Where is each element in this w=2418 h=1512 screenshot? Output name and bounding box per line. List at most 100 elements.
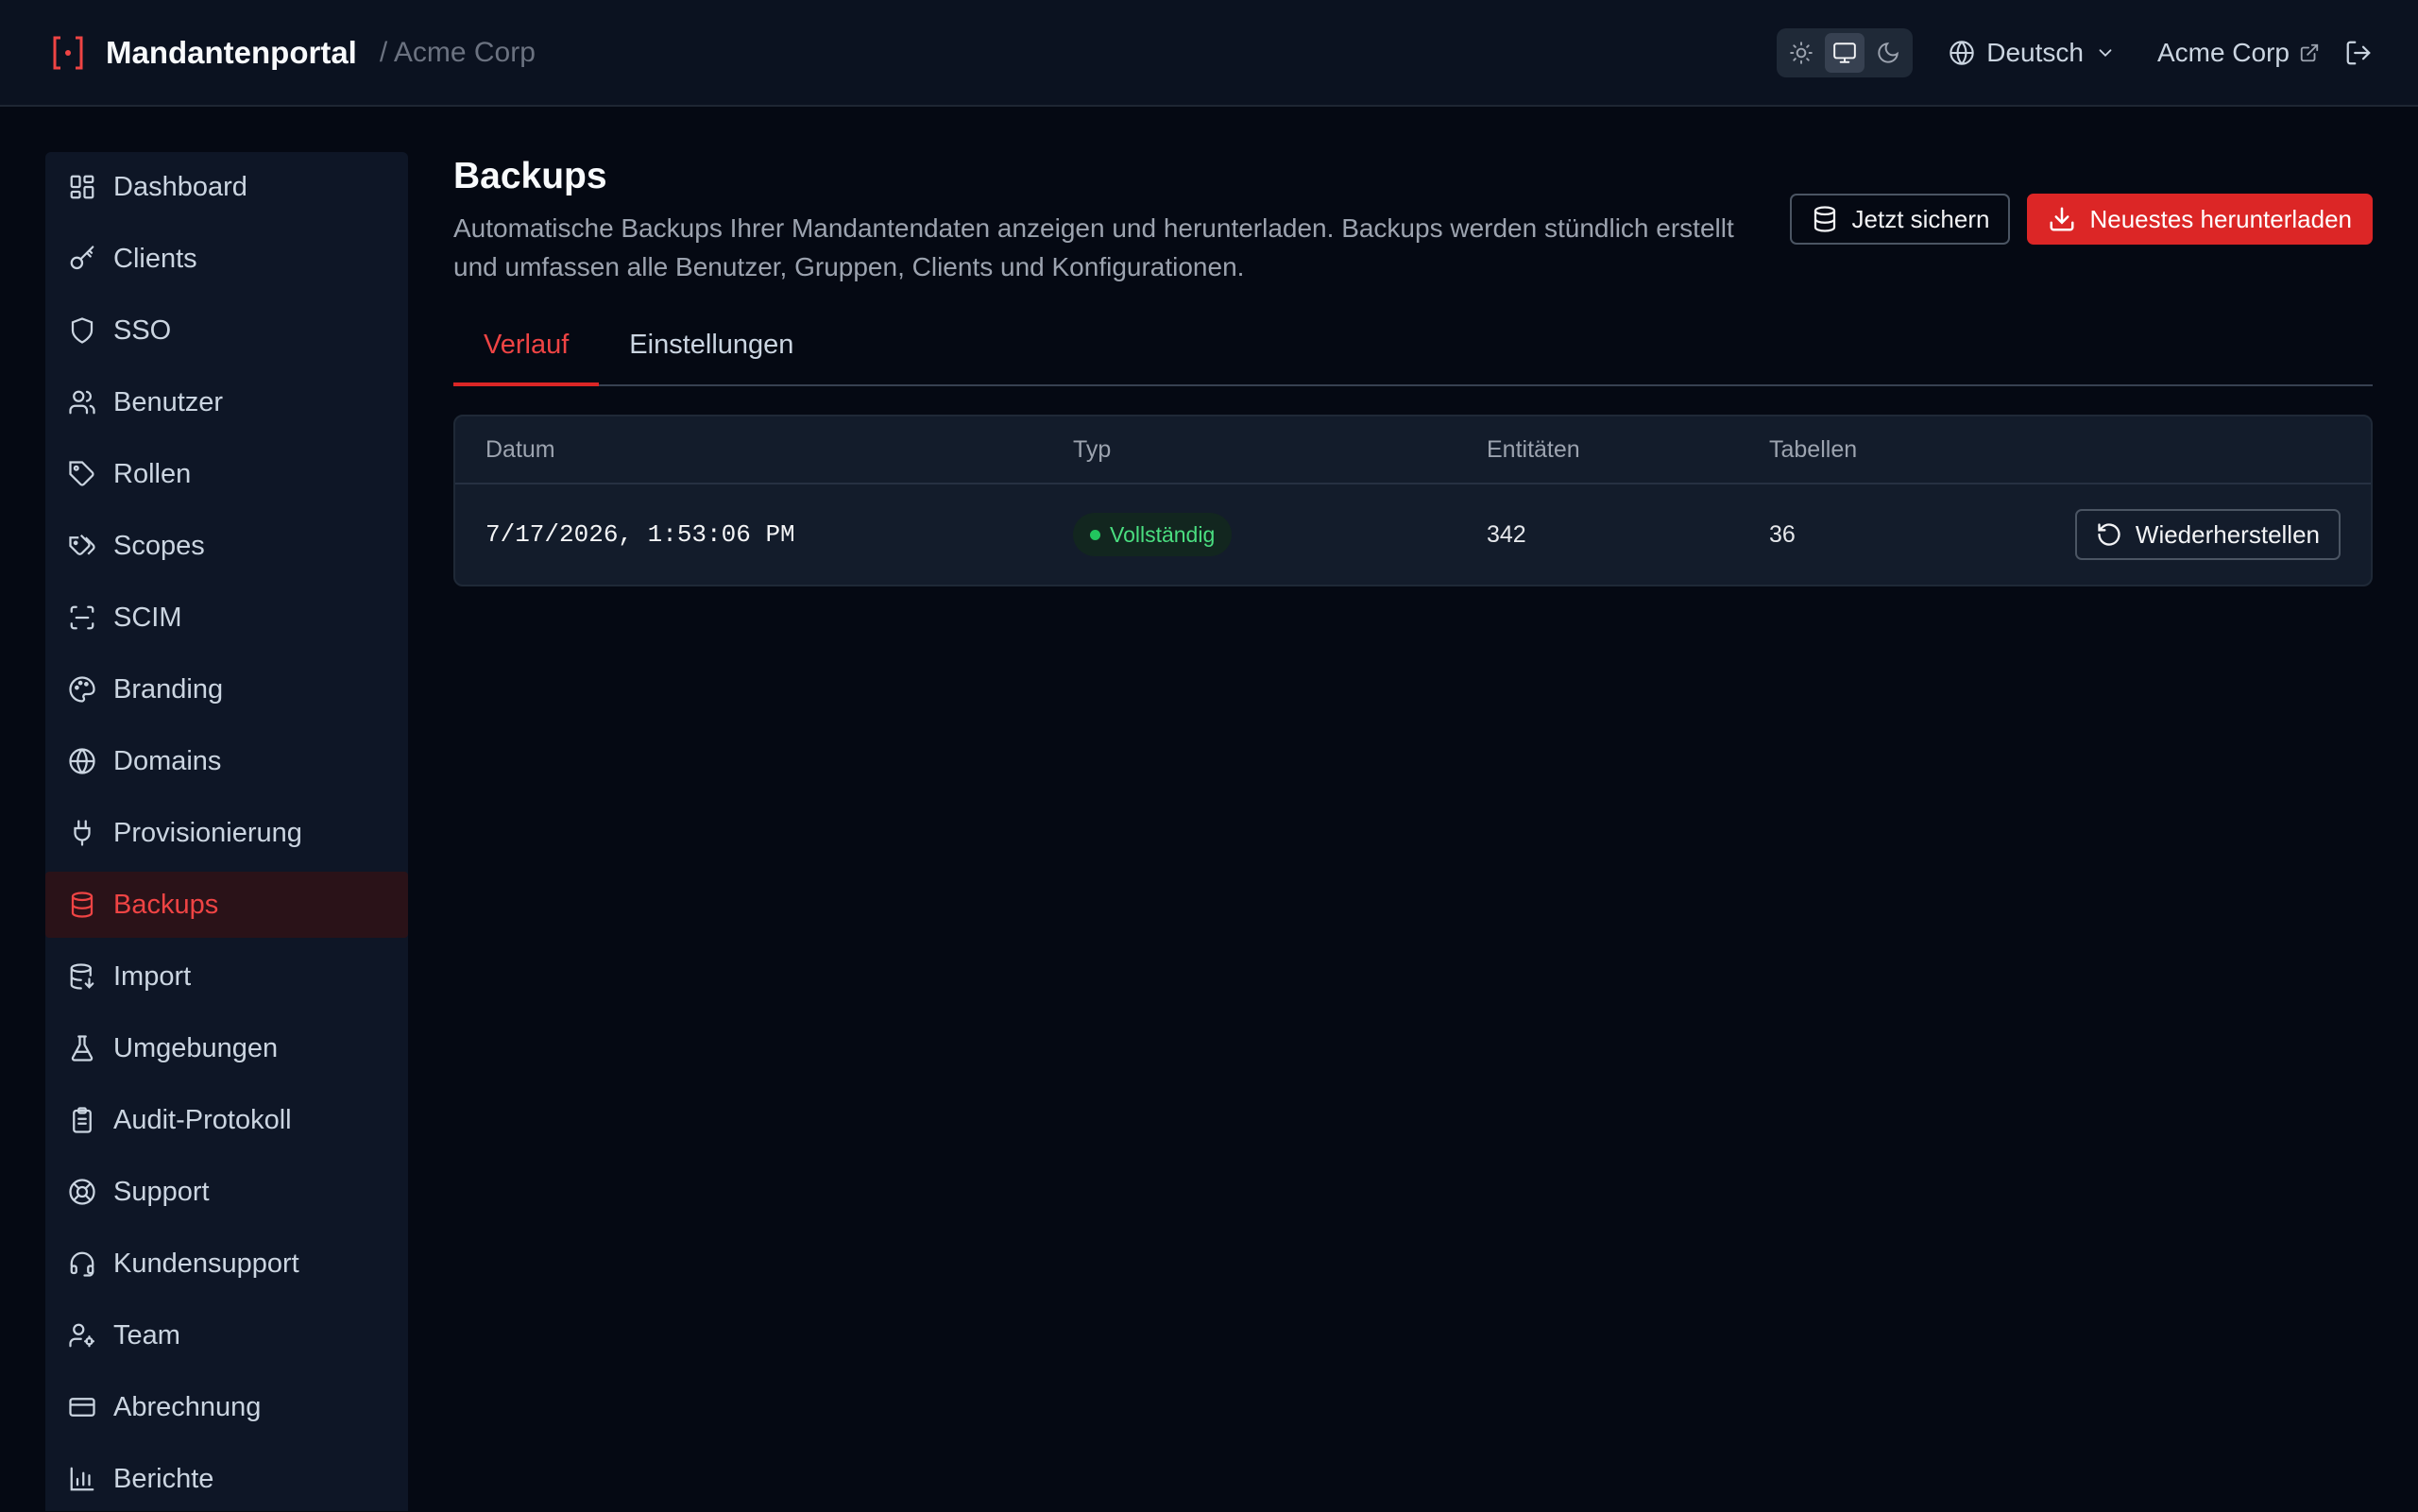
sidebar-item-label: Provisionierung xyxy=(113,817,302,848)
restore-button[interactable]: Wiederherstellen xyxy=(2074,509,2341,560)
user-cog-icon xyxy=(69,1323,94,1348)
headset-icon xyxy=(70,1251,94,1277)
plug-icon xyxy=(74,820,91,846)
tabs: Verlauf Einstellungen xyxy=(453,318,2373,386)
credit-card-icon xyxy=(69,1398,95,1417)
sidebar-item-audit-protokoll[interactable]: Audit-Protokoll xyxy=(45,1087,408,1153)
database-import-icon xyxy=(70,963,94,990)
dark-theme-button[interactable] xyxy=(1868,33,1908,73)
backups-table: Datum Typ Entitäten Tabellen 7/17/2026, … xyxy=(453,415,2373,586)
tenant-link-label: Acme Corp xyxy=(2156,37,2290,67)
logout-icon xyxy=(2346,41,2371,64)
status-badge: Vollständig xyxy=(1073,513,1233,556)
sidebar-item-support[interactable]: Support xyxy=(45,1159,408,1225)
palette-icon xyxy=(69,676,95,703)
sidebar-item-label: Umgebungen xyxy=(113,1032,279,1063)
logout-button[interactable] xyxy=(2344,39,2373,67)
brand[interactable]: Mandantenportal / Acme Corp xyxy=(51,35,536,71)
sidebar-item-label: Rollen xyxy=(113,458,192,489)
entities-count: 342 xyxy=(1487,520,1526,548)
app-name: Mandantenportal xyxy=(106,34,357,70)
sidebar-item-dashboard[interactable]: Dashboard xyxy=(45,154,408,220)
language-select[interactable]: Deutsch xyxy=(1949,38,2116,68)
tag-icon xyxy=(69,461,94,486)
key-icon xyxy=(70,246,94,270)
page-title: Backups xyxy=(453,156,607,196)
external-link-icon xyxy=(2300,43,2319,61)
sidebar-item-clients[interactable]: Clients xyxy=(45,226,408,292)
sidebar-item-provisionierung[interactable]: Provisionierung xyxy=(45,800,408,866)
sidebar-item-label: Abrechnung xyxy=(113,1391,262,1422)
tables-count: 36 xyxy=(1769,520,1796,548)
database-icon xyxy=(71,892,94,918)
system-theme-button[interactable] xyxy=(1825,32,1865,73)
flask-icon xyxy=(71,1035,94,1062)
clipboard-icon xyxy=(73,1107,92,1133)
sidebar-item-import[interactable]: Import xyxy=(45,943,408,1010)
sidebar-item-label: Backups xyxy=(113,889,219,920)
main-content: Backups Automatische Backups Ihrer Manda… xyxy=(453,152,2373,586)
lifebuoy-icon xyxy=(69,1179,95,1205)
dashboard-icon xyxy=(70,175,94,199)
globe-icon xyxy=(1950,40,1974,65)
column-header-datum[interactable]: Datum xyxy=(455,436,1073,464)
sidebar-item-abrechnung[interactable]: Abrechnung xyxy=(45,1374,408,1440)
sidebar-item-label: Branding xyxy=(113,673,224,705)
sidebar-item-label: SCIM xyxy=(113,602,182,633)
column-header-tabellen[interactable]: Tabellen xyxy=(1769,436,2052,464)
sidebar-item-benutzer[interactable]: Benutzer xyxy=(45,369,408,435)
tags-icon xyxy=(69,534,95,555)
sidebar-item-branding[interactable]: Branding xyxy=(45,656,408,722)
sidebar-item-scopes[interactable]: Scopes xyxy=(45,513,408,579)
column-header-typ[interactable]: Typ xyxy=(1073,436,1487,464)
column-header-entitaeten[interactable]: Entitäten xyxy=(1487,436,1769,464)
top-bar: Mandantenportal / Acme Corp Deutsch Acme… xyxy=(0,0,2418,107)
sidebar-item-backups[interactable]: Backups xyxy=(45,872,408,938)
sidebar-item-label: SSO xyxy=(113,314,172,346)
sidebar-item-label: Berichte xyxy=(113,1463,214,1494)
download-latest-button[interactable]: Neuestes herunterladen xyxy=(2027,194,2373,245)
sidebar-item-label: Scopes xyxy=(113,530,205,561)
moon-icon xyxy=(1878,42,1899,63)
sidebar-item-label: Support xyxy=(113,1176,210,1207)
tab-verlauf[interactable]: Verlauf xyxy=(453,318,600,386)
sidebar-item-scim[interactable]: SCIM xyxy=(45,585,408,651)
sidebar-item-label: Domains xyxy=(113,745,222,776)
sidebar-item-label: Clients xyxy=(113,243,197,274)
backup-type: Vollständig xyxy=(1110,521,1216,547)
sidebar-item-label: Audit-Protokoll xyxy=(113,1104,292,1135)
backup-now-label: Jetzt sichern xyxy=(1851,204,1990,233)
light-theme-button[interactable] xyxy=(1781,33,1821,73)
sidebar-item-label: Import xyxy=(113,960,192,992)
backup-now-button[interactable]: Jetzt sichern xyxy=(1789,194,2011,245)
bar-chart-icon xyxy=(70,1467,94,1491)
scan-icon xyxy=(70,605,94,630)
sidebar: Dashboard Clients SSO Benutzer Rollen Sc… xyxy=(45,152,408,1511)
sidebar-item-label: Dashboard xyxy=(113,171,247,202)
rotate-ccw-icon xyxy=(2098,523,2120,546)
users-icon xyxy=(69,390,95,415)
sidebar-item-team[interactable]: Team xyxy=(45,1302,408,1368)
table-header: Datum Typ Entitäten Tabellen xyxy=(455,416,2371,484)
sidebar-item-label: Kundensupport xyxy=(113,1248,299,1279)
sidebar-item-rollen[interactable]: Rollen xyxy=(45,441,408,507)
sidebar-item-label: Team xyxy=(113,1319,180,1351)
database-icon xyxy=(1814,206,1835,232)
download-icon xyxy=(2050,207,2074,231)
theme-toggle xyxy=(1777,27,1914,77)
sidebar-item-sso[interactable]: SSO xyxy=(45,297,408,364)
sun-icon xyxy=(1790,41,1814,64)
sidebar-item-berichte[interactable]: Berichte xyxy=(45,1446,408,1512)
shield-icon xyxy=(71,317,94,344)
globe-icon xyxy=(69,748,95,774)
sidebar-item-umgebungen[interactable]: Umgebungen xyxy=(45,1015,408,1081)
language-label: Deutsch xyxy=(1986,37,2084,67)
status-dot xyxy=(1090,529,1100,540)
sidebar-item-domains[interactable]: Domains xyxy=(45,728,408,794)
tenant-link[interactable]: Acme Corp xyxy=(2157,38,2320,68)
sidebar-item-kundensupport[interactable]: Kundensupport xyxy=(45,1231,408,1297)
backup-date: 7/17/2026, 1:53:06 PM xyxy=(485,520,795,549)
tab-einstellungen[interactable]: Einstellungen xyxy=(599,318,824,386)
sidebar-item-label: Benutzer xyxy=(113,386,224,417)
logo-icon xyxy=(51,35,85,71)
